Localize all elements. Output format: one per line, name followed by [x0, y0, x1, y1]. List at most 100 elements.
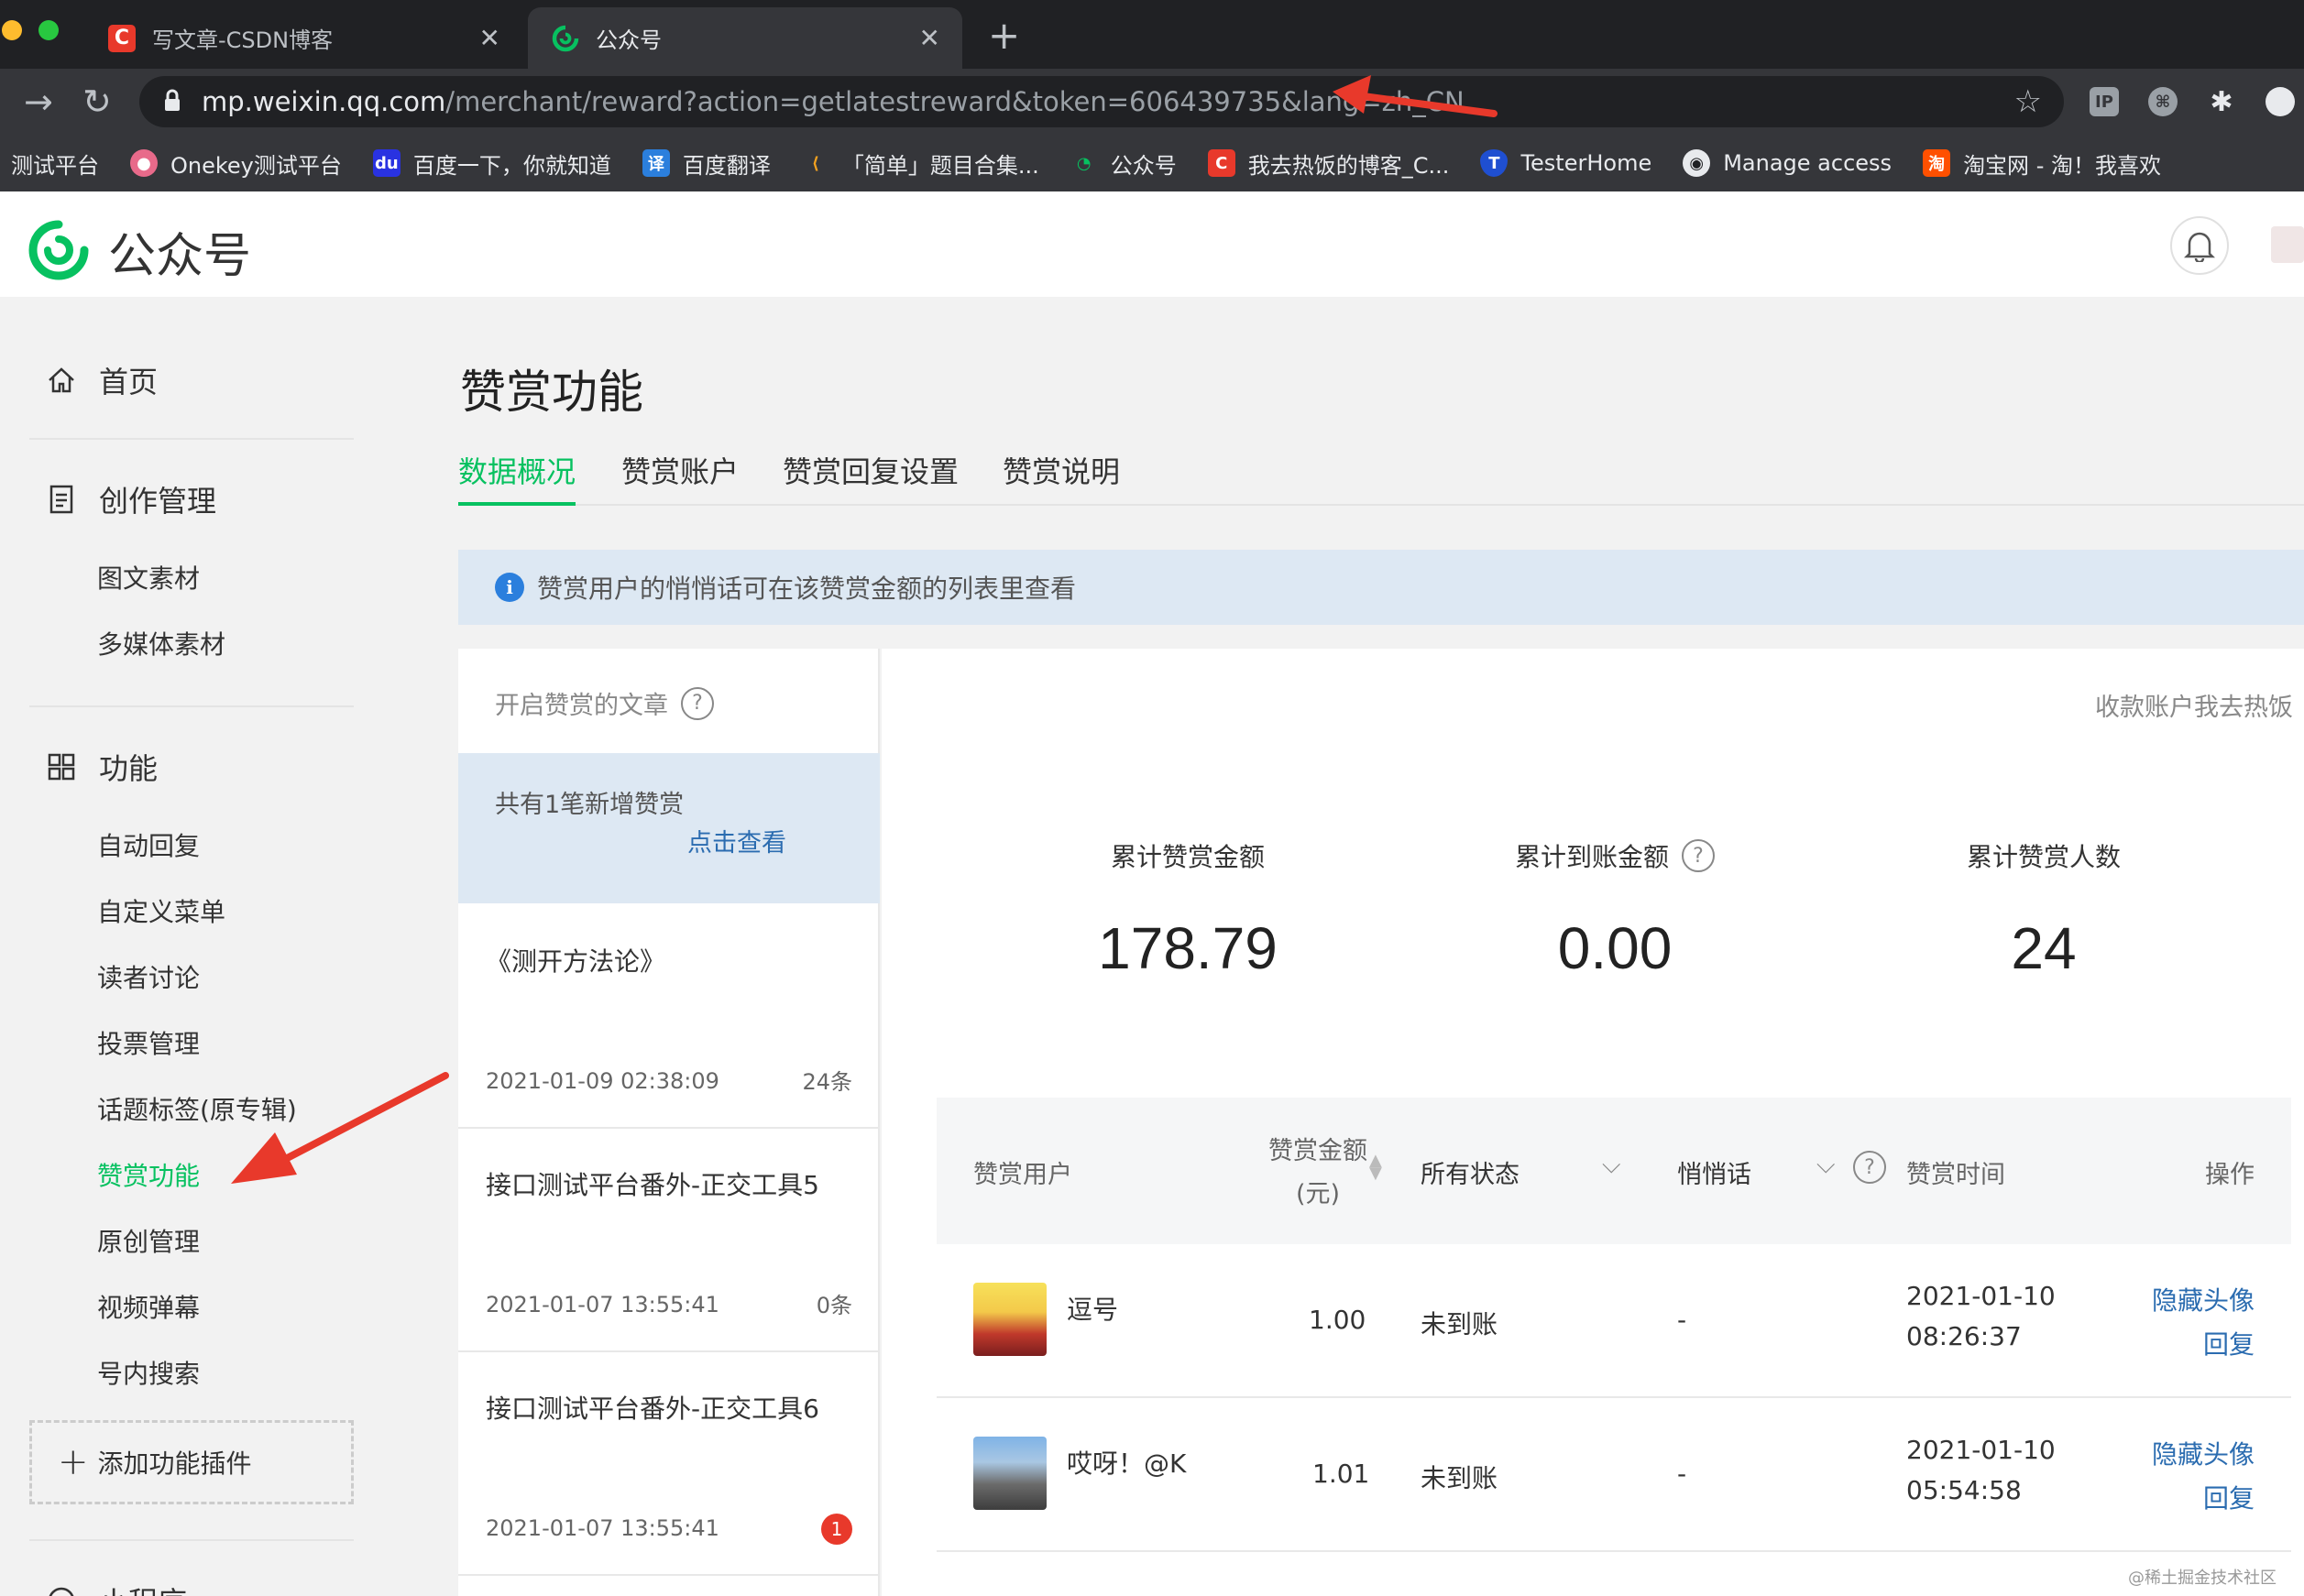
- close-icon[interactable]: ✕: [479, 23, 500, 53]
- notification-bell-icon[interactable]: [2170, 216, 2229, 275]
- status-filter-dropdown[interactable]: 所有状态: [1421, 1154, 1520, 1190]
- table-header: 赞赏用户 赞赏金额 (元) ▲ ▼ 所有状态 ⌵ 悄悄话 ⌵ ? 赞赏时间 操作: [937, 1098, 2291, 1244]
- forward-arrow-icon[interactable]: →: [24, 82, 53, 122]
- sidebar-section-creation[interactable]: 创作管理: [46, 478, 216, 520]
- view-new-rewards-link[interactable]: 点击查看: [687, 823, 786, 858]
- info-icon: i: [495, 573, 524, 602]
- browser-tab-wechat[interactable]: 公众号 ✕: [528, 7, 962, 69]
- bookmark-item[interactable]: T TesterHome: [1480, 149, 1651, 177]
- reward-status: 未到账: [1421, 1309, 1498, 1339]
- sidebar-section-features[interactable]: 功能: [46, 746, 158, 788]
- user-name: 哎呀！@K: [1067, 1448, 1187, 1479]
- chevron-down-icon[interactable]: ⌵: [1816, 1151, 1835, 1180]
- account-avatar[interactable]: [2271, 226, 2304, 263]
- bookmark-item[interactable]: ⟨ 「简单」题目合集...: [802, 148, 1039, 180]
- maximize-window-button[interactable]: [38, 20, 59, 40]
- minimize-window-button[interactable]: [2, 20, 22, 40]
- sidebar-item-votes[interactable]: 投票管理: [97, 1024, 200, 1061]
- stats-panel: 收款账户我去热饭 累计赞赏金额 178.79 累计到账金额? 0.00 累计赞赏…: [882, 649, 2304, 1596]
- article-title: 接口测试平台番外-正交工具5: [486, 1170, 819, 1200]
- bookmark-item[interactable]: ● Onekey测试平台: [130, 148, 342, 180]
- tab-reply-settings[interactable]: 赞赏回复设置: [783, 449, 959, 502]
- sidebar-label: 小程序: [99, 1580, 187, 1596]
- sidebar-item-danmaku[interactable]: 视频弹幕: [97, 1288, 200, 1325]
- bookmark-item[interactable]: 淘淘宝网 - 淘！我喜欢: [1923, 148, 2161, 180]
- sidebar-item-original[interactable]: 原创管理: [97, 1222, 200, 1259]
- add-plugin-label: 添加功能插件: [97, 1448, 252, 1479]
- tab-reward-account[interactable]: 赞赏账户: [621, 449, 739, 502]
- bookmark-item[interactable]: 测试平台: [11, 148, 99, 180]
- column-header-amount[interactable]: 赞赏金额 (元): [1263, 1131, 1373, 1209]
- sidebar-item-custom-menu[interactable]: 自定义菜单: [97, 892, 225, 929]
- tab-data-overview[interactable]: 数据概况: [458, 449, 576, 506]
- new-rewards-banner: 共有1笔新增赞赏 点击查看: [458, 753, 880, 903]
- ip-extension-icon[interactable]: IP: [2090, 87, 2119, 116]
- extension-icon[interactable]: ⌘: [2148, 87, 2178, 116]
- table-row: 哎呀！@K 1.01 未到账 - 2021-01-10 05:54:58 隐藏头…: [937, 1398, 2291, 1552]
- bookmark-label: 「简单」题目合集...: [841, 152, 1039, 179]
- reload-icon[interactable]: ↻: [82, 82, 112, 122]
- bookmark-item[interactable]: C 我去热饭的博客_C...: [1207, 148, 1449, 180]
- hide-avatar-link[interactable]: 隐藏头像: [2152, 1281, 2255, 1317]
- sidebar-item-search[interactable]: 号内搜索: [97, 1354, 200, 1391]
- plus-icon: +: [58, 1441, 89, 1483]
- sidebar-item-auto-reply[interactable]: 自动回复: [97, 826, 200, 863]
- content-tabs: 数据概况 赞赏账户 赞赏回复设置 赞赏说明: [458, 449, 2304, 506]
- column-header-actions: 操作: [2205, 1161, 2255, 1189]
- brand-name: 公众号: [108, 229, 252, 284]
- reply-link[interactable]: 回复: [2203, 1325, 2255, 1361]
- onekey-icon: ●: [130, 149, 158, 177]
- leetcode-icon: ⟨: [811, 153, 819, 173]
- sidebar-item-topics[interactable]: 话题标签(原专辑): [97, 1090, 297, 1127]
- bookmark-item[interactable]: 译百度翻译: [642, 148, 771, 180]
- wechat-mp-icon: ◔: [1076, 153, 1092, 173]
- sidebar-section-miniprogram[interactable]: 小程序: [46, 1580, 187, 1596]
- sidebar-label: 首页: [99, 365, 159, 399]
- bookmark-star-icon[interactable]: ☆: [2014, 83, 2042, 120]
- puzzle-extensions-icon[interactable]: ✱: [2207, 86, 2236, 118]
- unread-badge: 1: [821, 1514, 852, 1545]
- add-plugin-button[interactable]: + 添加功能插件: [29, 1420, 354, 1504]
- user-avatar: [973, 1283, 1047, 1356]
- stat-total-received: 累计到账金额? 0.00: [1432, 837, 1798, 982]
- watermark: @稀土掘金技术社区: [2128, 1569, 2277, 1588]
- tab-title: 公众号: [596, 27, 662, 53]
- sidebar-label: 功能: [99, 751, 159, 786]
- article-item[interactable]: 接口测试平台番外-正交工具5 2021-01-07 13:55:41 0条: [458, 1129, 880, 1352]
- article-item[interactable]: 《测开方法论》 2021-01-09 02:38:09 24条: [458, 905, 880, 1129]
- sidebar-item-reward[interactable]: 赞赏功能: [97, 1156, 200, 1193]
- profile-avatar-icon[interactable]: [2266, 87, 2295, 116]
- tab-reward-info[interactable]: 赞赏说明: [1003, 449, 1120, 502]
- home-icon: [49, 367, 74, 393]
- address-bar[interactable]: mp.weixin.qq.com/merchant/reward?action=…: [139, 76, 2064, 127]
- github-icon: ◉: [1683, 149, 1711, 177]
- sidebar-item-media[interactable]: 多媒体素材: [97, 625, 225, 661]
- reply-link[interactable]: 回复: [2203, 1479, 2255, 1515]
- sidebar-item-comments[interactable]: 读者讨论: [97, 958, 200, 995]
- browser-tab-csdn[interactable]: C 写文章-CSDN博客 ✕: [84, 7, 522, 69]
- column-header-label: 赞赏金额: [1268, 1137, 1367, 1165]
- reward-message: -: [1677, 1305, 1687, 1335]
- sort-icon[interactable]: ▲ ▼: [1369, 1153, 1382, 1182]
- bookmark-item[interactable]: ◉ Manage access: [1683, 149, 1892, 177]
- sidebar-item-image-text[interactable]: 图文素材: [97, 559, 200, 596]
- help-icon[interactable]: ?: [1682, 839, 1715, 872]
- hide-avatar-link[interactable]: 隐藏头像: [2152, 1435, 2255, 1471]
- help-icon[interactable]: ?: [681, 686, 714, 720]
- sidebar-item-home[interactable]: 首页: [46, 359, 158, 401]
- new-tab-button[interactable]: +: [988, 13, 1020, 58]
- bookmark-label: 测试平台: [11, 152, 99, 179]
- bookmark-item[interactable]: ◔ 公众号: [1070, 148, 1177, 180]
- reward-date: 2021-01-10: [1906, 1435, 2056, 1465]
- message-filter-dropdown[interactable]: 悄悄话: [1677, 1154, 1751, 1190]
- user-name: 逗号: [1067, 1295, 1119, 1325]
- bookmark-label: Onekey测试平台: [170, 152, 342, 179]
- close-icon[interactable]: ✕: [919, 23, 940, 53]
- column-header-user: 赞赏用户: [973, 1161, 1072, 1189]
- chevron-down-icon[interactable]: ⌵: [1602, 1151, 1620, 1180]
- stat-value: 178.79: [1098, 915, 1278, 981]
- page-title: 赞赏功能: [460, 366, 643, 419]
- article-item[interactable]: 接口测试平台番外-正交工具6 2021-01-07 13:55:41 1: [458, 1352, 880, 1576]
- bookmark-item[interactable]: du 百度一下，你就知道: [372, 148, 611, 180]
- help-icon[interactable]: ?: [1853, 1151, 1886, 1184]
